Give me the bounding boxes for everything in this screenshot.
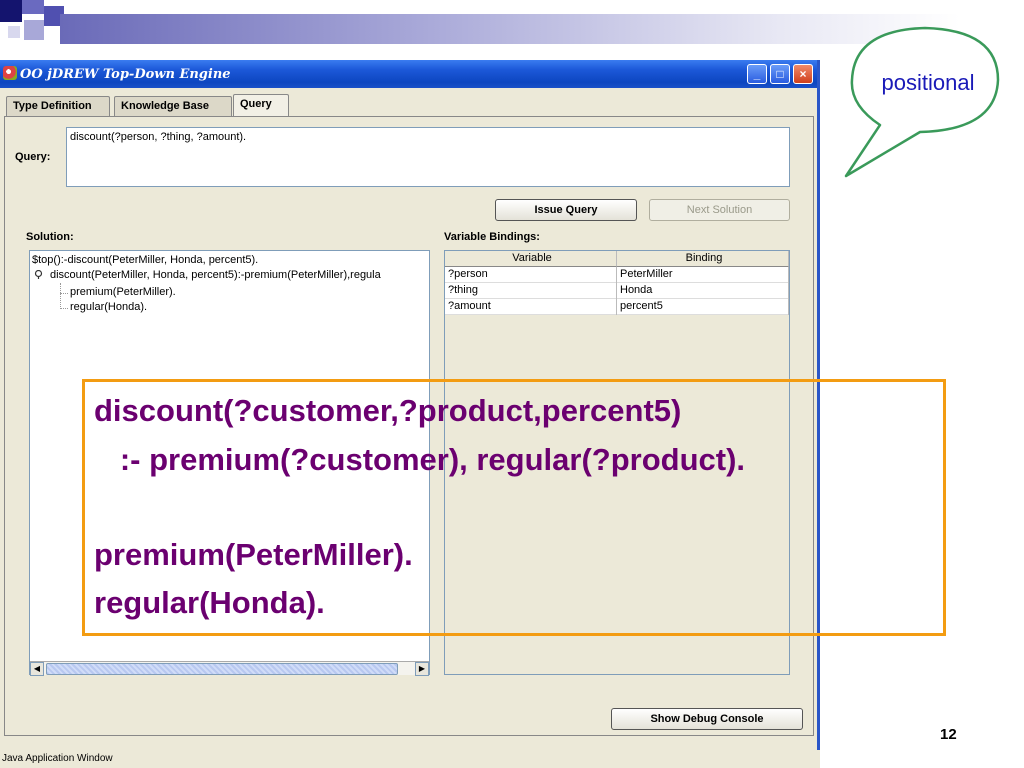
- tree-expand-icon[interactable]: [34, 270, 43, 279]
- table-cell-variable: ?person: [445, 267, 617, 283]
- decor-square-white: [8, 26, 20, 38]
- variable-bindings-label: Variable Bindings:: [444, 231, 540, 243]
- tree-root-line[interactable]: $top():-discount(PeterMiller, Honda, per…: [32, 254, 258, 266]
- query-input[interactable]: discount(?person, ?thing, ?amount).: [66, 127, 790, 187]
- table-row[interactable]: ?amount percent5: [445, 299, 789, 315]
- decor-square-navy: [0, 0, 22, 22]
- show-debug-console-button[interactable]: Show Debug Console: [611, 708, 803, 730]
- table-cell-binding: Honda: [617, 283, 789, 299]
- title-bar[interactable]: OO jDREW Top-Down Engine _ □ ×: [0, 60, 817, 88]
- tree-connector: [60, 283, 61, 309]
- callout-text: positional: [881, 70, 975, 95]
- close-button[interactable]: ×: [793, 64, 813, 84]
- rule-body-line: :- premium(?customer), regular(?product)…: [94, 442, 746, 477]
- solution-horizontal-scrollbar[interactable]: ◀ ▶: [30, 661, 429, 676]
- tree-connector: [60, 308, 68, 309]
- table-row[interactable]: ?thing Honda: [445, 283, 789, 299]
- scroll-right-arrow-icon[interactable]: ▶: [415, 662, 429, 676]
- issue-query-button[interactable]: Issue Query: [495, 199, 637, 221]
- minimize-button[interactable]: _: [747, 64, 767, 84]
- tab-type-definition[interactable]: Type Definition: [6, 96, 110, 116]
- table-header: Variable Binding: [445, 251, 789, 267]
- table-cell-binding: PeterMiller: [617, 267, 789, 283]
- tree-leaf-line[interactable]: regular(Honda).: [70, 301, 147, 313]
- speech-bubble-icon: [844, 26, 1000, 178]
- tree-node-line[interactable]: discount(PeterMiller, Honda, percent5):-…: [50, 269, 381, 281]
- tab-knowledge-base[interactable]: Knowledge Base: [114, 96, 232, 116]
- table-cell-binding: percent5: [617, 299, 789, 315]
- column-header-variable[interactable]: Variable: [445, 251, 617, 267]
- scrollbar-thumb[interactable]: [46, 663, 398, 675]
- tree-leaf-line[interactable]: premium(PeterMiller).: [70, 286, 176, 298]
- query-label: Query:: [15, 151, 51, 163]
- table-cell-variable: ?amount: [445, 299, 617, 315]
- tree-connector: [60, 293, 68, 294]
- maximize-button[interactable]: □: [770, 64, 790, 84]
- rule-head-line: discount(?customer,?product,percent5): [94, 393, 682, 428]
- slide-header-gradient: [60, 14, 960, 44]
- scroll-left-arrow-icon[interactable]: ◀: [30, 662, 44, 676]
- decor-square-light: [24, 20, 44, 40]
- table-cell-variable: ?thing: [445, 283, 617, 299]
- decor-square-blue: [22, 0, 44, 14]
- window-title: OO jDREW Top-Down Engine: [20, 67, 231, 82]
- status-bar: Java Application Window: [0, 750, 820, 768]
- slide-number: 12: [940, 726, 957, 743]
- next-solution-button[interactable]: Next Solution: [649, 199, 790, 221]
- app-icon: [3, 66, 17, 80]
- fact-premium-line: premium(PeterMiller).: [94, 537, 413, 572]
- column-header-binding[interactable]: Binding: [617, 251, 789, 267]
- table-row[interactable]: ?person PeterMiller: [445, 267, 789, 283]
- tab-query[interactable]: Query: [233, 94, 289, 117]
- fact-regular-line: regular(Honda).: [94, 585, 325, 620]
- solution-label: Solution:: [26, 231, 74, 243]
